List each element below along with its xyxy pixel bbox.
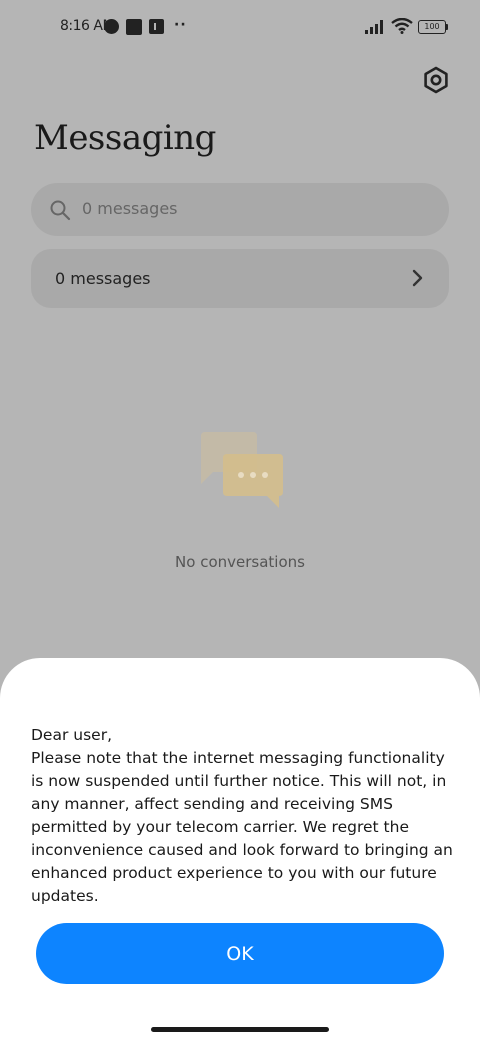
upload-icon (149, 19, 164, 34)
more-notifications-icon: ·· (174, 17, 187, 33)
signal-icon (365, 20, 383, 34)
status-bar: 8:16 AM ·· 100 (0, 0, 480, 56)
messaging-screen: 8:16 AM ·· 100 Messaging 0 messages 0 me… (0, 0, 480, 1040)
empty-state-text: No conversations (175, 553, 305, 571)
ok-button[interactable]: OK (36, 923, 444, 984)
notification-square-icon (126, 19, 142, 35)
battery-tip (446, 24, 448, 30)
dialog-message: Please note that the internet messaging … (31, 749, 453, 905)
wifi-icon (391, 18, 413, 34)
gear-icon[interactable] (420, 64, 452, 96)
search-placeholder: 0 messages (82, 199, 178, 218)
chat-bubbles-icon (201, 432, 283, 508)
battery-level: 100 (424, 22, 440, 31)
notification-app-icon (104, 19, 119, 34)
search-input[interactable]: 0 messages (31, 183, 449, 236)
battery-icon: 100 (418, 20, 446, 34)
page-title: Messaging (34, 118, 216, 158)
messages-row-label: 0 messages (55, 269, 151, 288)
home-indicator[interactable] (151, 1027, 329, 1032)
dialog-body: Dear user, Please note that the internet… (31, 724, 461, 908)
notice-dialog: Dear user, Please note that the internet… (0, 658, 480, 1040)
messages-row[interactable]: 0 messages (31, 249, 449, 308)
search-icon (50, 200, 71, 221)
chevron-right-icon (412, 269, 423, 287)
dialog-greeting: Dear user, (31, 726, 113, 744)
